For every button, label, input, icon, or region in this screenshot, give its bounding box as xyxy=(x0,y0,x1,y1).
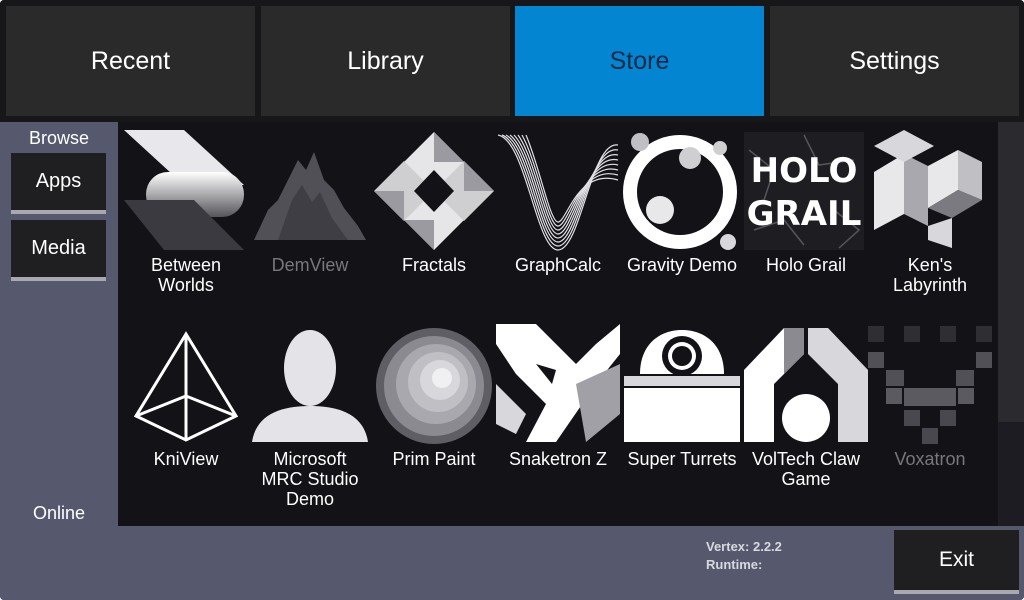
kniview-icon xyxy=(133,331,239,442)
graphcalc-icon xyxy=(497,134,619,251)
voltech-claw-icon xyxy=(744,328,868,442)
grail-logo-text: GRAIL xyxy=(747,194,862,234)
app-label: VolTech Claw Game xyxy=(751,449,861,489)
app-label: Prim Paint xyxy=(392,449,476,469)
runtime-version: Runtime: xyxy=(706,557,763,572)
sidebar: Browse Apps Media Online xyxy=(0,122,118,526)
browse-heading: Browse xyxy=(28,128,90,148)
holo-logo-text: HOLO xyxy=(751,151,858,191)
tab-settings[interactable]: Settings xyxy=(770,6,1019,116)
app-label: DemView xyxy=(271,255,349,275)
vertex-version: Vertex: 2.2.2 xyxy=(706,539,782,554)
footer-bar: Vertex: 2.2.2 Runtime: Exit xyxy=(0,526,1024,600)
tab-recent[interactable]: Recent xyxy=(6,6,255,116)
media-button[interactable]: Media xyxy=(11,220,106,281)
exit-button[interactable]: Exit xyxy=(894,530,1019,594)
apps-button[interactable]: Apps xyxy=(11,153,106,214)
app-label: Holo Grail xyxy=(765,255,847,275)
between-worlds-icon xyxy=(124,130,244,250)
tab-store[interactable]: Store xyxy=(515,6,764,116)
app-label: Snaketron Z xyxy=(508,449,608,469)
app-label: Super Turrets xyxy=(627,449,737,469)
super-turrets-icon xyxy=(624,330,740,442)
app-label: Gravity Demo xyxy=(626,255,738,275)
voxatron-icon xyxy=(868,326,992,444)
gravity-demo-icon xyxy=(623,133,737,250)
app-label: Ken's Labyrinth xyxy=(892,255,968,295)
app-label: Voxatron xyxy=(894,449,966,469)
online-label: Online xyxy=(32,503,86,523)
top-tab-bar: Recent Library Store Settings xyxy=(0,0,1024,122)
mrc-studio-icon xyxy=(252,330,368,442)
prim-paint-icon xyxy=(376,328,492,444)
app-grid: Between Worlds DemView Fractals GraphCal… xyxy=(118,122,998,526)
app-label: Fractals xyxy=(401,255,466,275)
kens-labyrinth-icon xyxy=(874,130,982,248)
app-label: KniView xyxy=(153,449,219,469)
app-label: GraphCalc xyxy=(514,255,602,275)
grid-scrollbar[interactable] xyxy=(998,122,1024,526)
app-label: Microsoft MRC Studio Demo xyxy=(261,449,359,509)
scrollbar-thumb[interactable] xyxy=(998,122,1024,422)
launcher-window: Recent Library Store Settings Browse App… xyxy=(0,0,1024,600)
tab-library[interactable]: Library xyxy=(261,6,510,116)
app-label: Between Worlds xyxy=(150,255,222,295)
holo-grail-icon: HOLO GRAIL xyxy=(744,132,864,250)
fractals-icon xyxy=(374,132,494,250)
demview-icon xyxy=(254,152,366,240)
snaketron-icon xyxy=(496,324,620,442)
